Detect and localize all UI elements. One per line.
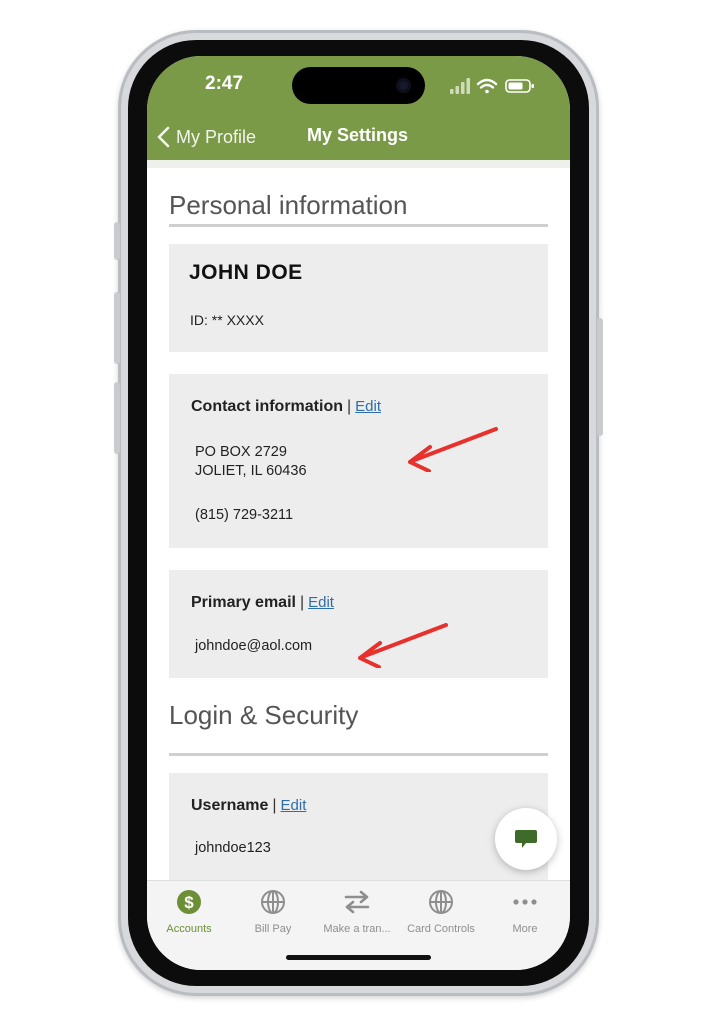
svg-text:$: $ [184, 893, 194, 912]
annotation-arrow-contact-edit [408, 427, 498, 472]
tab-accounts[interactable]: $ Accounts [147, 889, 231, 935]
tab-label: Bill Pay [254, 923, 292, 935]
username-heading: Username | Edit [191, 797, 306, 815]
action-button [114, 222, 120, 260]
email-value: johndoe@aol.com [195, 638, 313, 654]
power-button [597, 318, 603, 436]
address-line-1: PO BOX 2729 [195, 444, 287, 460]
section-divider [169, 753, 548, 756]
volume-up-button [114, 292, 120, 364]
username-edit-link[interactable]: Edit [281, 797, 307, 814]
chat-button[interactable] [495, 808, 557, 870]
tab-make-a-transfer[interactable]: Make a tran... [315, 889, 399, 935]
settings-content[interactable]: Personal information JOHN DOE ID: ** XXX… [147, 168, 570, 893]
profile-card: JOHN DOE ID: ** XXXX [169, 244, 548, 352]
email-edit-link[interactable]: Edit [308, 594, 334, 611]
battery-icon [505, 79, 534, 93]
separator: | [347, 398, 352, 415]
home-indicator[interactable] [286, 955, 431, 960]
contact-information-heading: Contact information | Edit [191, 398, 381, 416]
dollar-circle-icon: $ [177, 890, 201, 914]
wifi-icon [476, 78, 498, 94]
tab-label: Accounts [166, 923, 212, 935]
tab-label: Make a tran... [323, 923, 391, 935]
app-header: 2:47 My Profile My Settings [147, 56, 570, 160]
annotation-arrow-email-edit [358, 623, 448, 668]
more-dots-icon [513, 899, 537, 905]
username-label: Username [191, 797, 269, 814]
username-value: johndoe123 [195, 840, 271, 856]
page-title: My Settings [307, 125, 409, 145]
customer-id: ID: ** XXXX [190, 312, 264, 328]
username-card: Username | Edit johndoe123 [169, 773, 548, 893]
globe-icon [429, 890, 453, 914]
address-line-2: JOLIET, IL 60436 [195, 463, 307, 479]
chevron-left-icon [157, 126, 170, 148]
transfer-arrows-icon [344, 890, 370, 914]
back-button[interactable]: My Profile [157, 124, 256, 150]
tab-card-controls[interactable]: Card Controls [399, 889, 483, 935]
contact-information-label: Contact information [191, 398, 343, 415]
tab-label: Card Controls [407, 923, 475, 935]
customer-name: JOHN DOE [189, 261, 303, 284]
tab-more[interactable]: More [483, 889, 567, 935]
tab-label: More [512, 923, 538, 935]
separator: | [299, 594, 305, 611]
phone-number: (815) 729-3211 [195, 507, 294, 523]
section-title-personal-information: Personal information [169, 190, 408, 220]
contact-edit-link[interactable]: Edit [355, 398, 381, 415]
section-title-login-security: Login & Security [169, 700, 359, 730]
primary-email-heading: Primary email | Edit [191, 594, 334, 612]
dynamic-island [292, 67, 425, 104]
globe-icon [261, 890, 285, 914]
header-divider [147, 160, 570, 168]
primary-email-label: Primary email [191, 594, 296, 611]
tab-bill-pay[interactable]: Bill Pay [231, 889, 315, 935]
camera-icon [396, 78, 411, 93]
volume-down-button [114, 382, 120, 454]
section-divider [169, 224, 548, 227]
status-icons [450, 78, 534, 94]
separator: | [272, 797, 277, 814]
back-button-label: My Profile [176, 126, 257, 147]
signal-icon [450, 78, 470, 94]
phone-screen: 2:47 My Profile My Settings Personal inf… [147, 56, 570, 970]
status-time: 2:47 [205, 73, 244, 94]
chat-bubble-icon [515, 830, 537, 848]
